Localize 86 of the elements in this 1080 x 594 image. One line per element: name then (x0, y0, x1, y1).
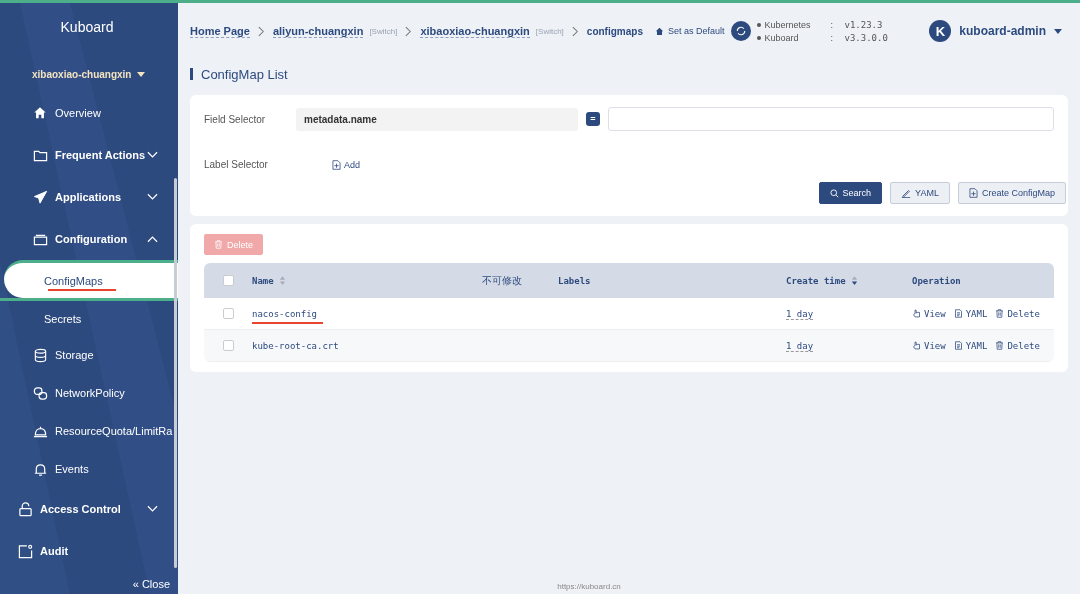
sidebar-item[interactable]: ResourceQuota/LimitRa (0, 412, 174, 450)
column-header: Operation (912, 275, 961, 286)
search-button[interactable]: Search (818, 182, 883, 204)
set-default-link[interactable]: Set as Default (654, 26, 725, 36)
scrollbar[interactable] (174, 178, 177, 568)
sidebar-item[interactable]: Events (0, 450, 174, 488)
delete-link[interactable]: Delete (995, 308, 1040, 319)
caret-icon (137, 72, 146, 77)
pointer-hand-icon (912, 341, 921, 350)
paper-plane-icon (33, 189, 48, 205)
delete-link[interactable]: Delete (995, 340, 1040, 351)
bullet-icon (756, 22, 761, 27)
home-icon (33, 105, 48, 121)
sidebar-item[interactable]: Access Control (0, 488, 174, 530)
trash-icon (995, 309, 1005, 318)
sidebar-item[interactable]: Frequent Actions (0, 134, 174, 176)
configmap-name-link[interactable]: nacos-config (252, 308, 324, 324)
column-header: 不可修改 (482, 273, 522, 288)
select-all-checkbox[interactable] (222, 275, 234, 286)
breadcrumb-link[interactable]: xibaoxiao-chuangxin (420, 24, 530, 38)
sidebar-item[interactable]: Audit (0, 530, 174, 572)
page-title: ConfigMap List (201, 66, 288, 82)
field-name-select[interactable]: metadata.name (296, 107, 578, 131)
sidebar-item[interactable]: Applications (0, 176, 174, 218)
chevron-icon (571, 25, 579, 37)
column-header: Create time (786, 275, 846, 286)
field-label: Field Selector (204, 113, 267, 125)
bell-icon (33, 461, 48, 477)
yaml-button[interactable]: YAML (890, 182, 950, 204)
create-button[interactable]: Create ConfigMap (957, 182, 1066, 204)
pointer-hand-icon (912, 309, 921, 318)
sidebar-item[interactable]: Storage (0, 336, 174, 374)
configmap-name-link[interactable]: kube-root-ca.crt (252, 340, 345, 356)
version-name: Kuboard (764, 32, 800, 43)
trash-icon (214, 240, 223, 249)
field-label: Label Selector (204, 159, 269, 170)
row-checkbox[interactable] (222, 308, 234, 319)
link-icon (33, 385, 48, 401)
database-icon (33, 347, 48, 363)
sidebar-item[interactable]: ConfigMaps (4, 260, 178, 298)
search-icon (829, 188, 839, 198)
pen-icon (901, 188, 912, 198)
user-menu[interactable]: kuboard-admin (959, 24, 1046, 38)
column-header: Labels (558, 275, 591, 286)
yaml-link[interactable]: YAML (953, 340, 988, 351)
close-sidebar-button[interactable]: « Close (132, 578, 170, 590)
breadcrumb-link[interactable]: Home Page (190, 24, 250, 38)
add-file-icon (968, 188, 978, 198)
sort-icon[interactable] (850, 275, 858, 286)
home-icon (654, 26, 664, 36)
version-value: v3.3.0.0 (844, 32, 888, 43)
create-time: 1 day (786, 308, 814, 320)
document-icon (953, 341, 963, 350)
view-link[interactable]: View (912, 340, 946, 351)
app-title: Kuboard (59, 19, 115, 37)
version-separator: : (830, 32, 834, 43)
breadcrumb-current: configmaps (586, 25, 643, 37)
sidebar-item[interactable]: Configuration (0, 218, 174, 260)
version-separator: : (830, 19, 834, 30)
document-icon (18, 543, 33, 559)
lock-icon (18, 501, 33, 517)
create-time: 1 day (786, 340, 814, 352)
document-icon (953, 309, 963, 318)
row-checkbox[interactable] (222, 340, 234, 351)
chevron-icon (405, 25, 413, 37)
add-link[interactable]: Add (332, 159, 360, 170)
yaml-link[interactable]: YAML (953, 308, 988, 319)
refresh-icon (734, 25, 747, 37)
view-link[interactable]: View (912, 308, 946, 319)
trash-icon (995, 341, 1005, 350)
refresh-button[interactable] (730, 21, 751, 41)
sidebar-item[interactable]: Overview (0, 92, 174, 134)
version-name: Kubernetes (764, 19, 812, 30)
value-input[interactable] (608, 107, 1054, 131)
annotation-underline (48, 289, 116, 291)
user-avatar[interactable]: K (929, 20, 952, 42)
namespace-dropdown[interactable]: xibaoxiao-chuangxin (32, 69, 132, 80)
operator-badge[interactable]: = (586, 112, 600, 126)
caret-icon (1054, 28, 1062, 34)
add-file-icon (332, 159, 341, 170)
version-value: v1.23.3 (844, 19, 883, 30)
column-header: Name (252, 275, 274, 286)
breadcrumb-link[interactable]: aliyun-chuangxin (272, 24, 364, 38)
bullet-icon (756, 35, 761, 40)
sidebar-item[interactable]: NetworkPolicy (0, 374, 174, 412)
chevron-icon (257, 25, 265, 37)
